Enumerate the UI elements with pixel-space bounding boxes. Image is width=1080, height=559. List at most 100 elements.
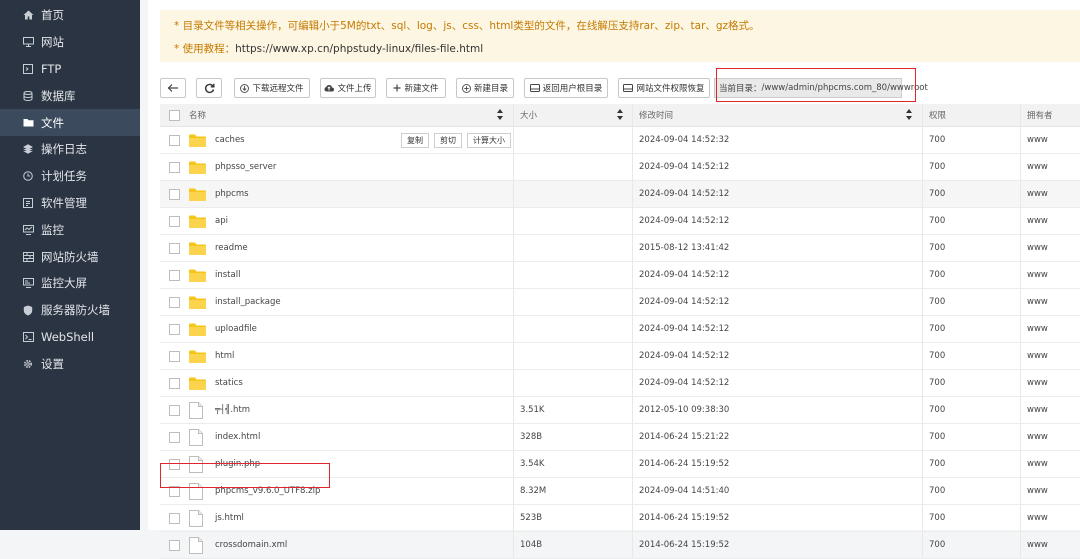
- row-checkbox[interactable]: [169, 532, 180, 558]
- back-to-root-button[interactable]: 返回用户根目录: [524, 78, 608, 98]
- file-name[interactable]: html: [215, 343, 234, 369]
- select-all-checkbox[interactable]: [169, 104, 180, 126]
- table-row[interactable]: phpcms 2024-09-04 14:52:12 700 www: [160, 181, 1080, 208]
- file-name[interactable]: phpsso_server: [215, 154, 276, 180]
- sidebar-item-9[interactable]: 网站防火墙: [0, 243, 140, 270]
- file-owner[interactable]: www: [1027, 208, 1048, 234]
- table-row[interactable]: phpsso_server 2024-09-04 14:52:12 700 www: [160, 154, 1080, 181]
- table-row[interactable]: html 2024-09-04 14:52:12 700 www: [160, 343, 1080, 370]
- file-name[interactable]: ╤┤╣.htm: [215, 397, 250, 423]
- sidebar-item-7[interactable]: 软件管理: [0, 190, 140, 217]
- file-name[interactable]: js.html: [215, 505, 244, 531]
- row-checkbox[interactable]: [169, 397, 180, 423]
- file-owner[interactable]: www: [1027, 154, 1048, 180]
- file-owner[interactable]: www: [1027, 289, 1048, 315]
- file-owner[interactable]: www: [1027, 370, 1048, 396]
- sidebar-item-1[interactable]: 网站: [0, 29, 140, 56]
- sidebar-item-6[interactable]: 计划任务: [0, 163, 140, 190]
- table-row[interactable]: api 2024-09-04 14:52:12 700 www: [160, 208, 1080, 235]
- file-perm[interactable]: 700: [929, 397, 945, 423]
- sort-name-icon[interactable]: [497, 109, 503, 120]
- file-owner[interactable]: www: [1027, 127, 1048, 153]
- sidebar-item-10[interactable]: 监控大屏: [0, 270, 140, 297]
- row-checkbox[interactable]: [169, 316, 180, 342]
- file-perm[interactable]: 700: [929, 343, 945, 369]
- tutorial-link[interactable]: https://www.xp.cn/phpstudy-linux/files-f…: [235, 43, 483, 55]
- copy-button[interactable]: 复制: [401, 132, 429, 148]
- file-owner[interactable]: www: [1027, 505, 1048, 531]
- row-checkbox[interactable]: [169, 424, 180, 450]
- row-checkbox[interactable]: [169, 289, 180, 315]
- file-owner[interactable]: www: [1027, 424, 1048, 450]
- file-perm[interactable]: 700: [929, 424, 945, 450]
- header-perm[interactable]: 权限: [929, 104, 946, 126]
- upload-button[interactable]: 文件上传: [320, 78, 376, 98]
- table-row[interactable]: statics 2024-09-04 14:52:12 700 www: [160, 370, 1080, 397]
- file-perm[interactable]: 700: [929, 532, 945, 558]
- file-name[interactable]: install: [215, 262, 240, 288]
- file-name[interactable]: uploadfile: [215, 316, 257, 342]
- file-owner[interactable]: www: [1027, 235, 1048, 261]
- file-owner[interactable]: www: [1027, 262, 1048, 288]
- sort-size-icon[interactable]: [617, 109, 623, 120]
- file-name[interactable]: caches: [215, 127, 245, 153]
- row-checkbox[interactable]: [169, 370, 180, 396]
- sidebar-item-5[interactable]: 操作日志: [0, 136, 140, 163]
- file-name[interactable]: api: [215, 208, 228, 234]
- row-checkbox[interactable]: [169, 262, 180, 288]
- file-owner[interactable]: www: [1027, 181, 1048, 207]
- header-name[interactable]: 名称: [189, 104, 206, 126]
- header-size[interactable]: 大小: [520, 104, 537, 126]
- sort-mtime-icon[interactable]: [906, 109, 912, 120]
- file-perm[interactable]: 700: [929, 181, 945, 207]
- row-checkbox[interactable]: [169, 181, 180, 207]
- new-file-button[interactable]: 新建文件: [386, 78, 446, 98]
- sidebar-item-12[interactable]: WebShell: [0, 324, 140, 351]
- file-owner[interactable]: www: [1027, 478, 1048, 504]
- cut-button[interactable]: 剪切: [434, 132, 462, 148]
- file-perm[interactable]: 700: [929, 127, 945, 153]
- table-row[interactable]: install_package 2024-09-04 14:52:12 700 www: [160, 289, 1080, 316]
- file-owner[interactable]: www: [1027, 532, 1048, 558]
- file-perm[interactable]: 700: [929, 208, 945, 234]
- restore-permission-button[interactable]: 网站文件权限恢复: [618, 78, 710, 98]
- file-owner[interactable]: www: [1027, 316, 1048, 342]
- file-name[interactable]: readme: [215, 235, 248, 261]
- file-name[interactable]: statics: [215, 370, 243, 396]
- sidebar-item-0[interactable]: 首页: [0, 2, 140, 29]
- table-row[interactable]: caches 复制 剪切 计算大小 2024-09-04 14:52:32 700 www: [160, 127, 1080, 154]
- sidebar-item-3[interactable]: 数据库: [0, 82, 140, 109]
- file-perm[interactable]: 700: [929, 316, 945, 342]
- table-row[interactable]: ╤┤╣.htm 3.51K 2012-05-10 09:38:30 700 www: [160, 397, 1080, 424]
- file-owner[interactable]: www: [1027, 343, 1048, 369]
- table-row[interactable]: crossdomain.xml 104B 2014-06-24 15:19:52 70…: [160, 532, 1080, 559]
- table-row[interactable]: install 2024-09-04 14:52:12 700 www: [160, 262, 1080, 289]
- header-owner[interactable]: 拥有者: [1027, 104, 1053, 126]
- file-owner[interactable]: www: [1027, 451, 1048, 477]
- row-checkbox[interactable]: [169, 343, 180, 369]
- row-checkbox[interactable]: [169, 208, 180, 234]
- row-checkbox[interactable]: [169, 235, 180, 261]
- file-name[interactable]: crossdomain.xml: [215, 532, 287, 558]
- file-name[interactable]: install_package: [215, 289, 281, 315]
- sidebar-item-4[interactable]: 文件: [0, 109, 140, 136]
- header-mtime[interactable]: 修改时间: [639, 104, 673, 126]
- file-perm[interactable]: 700: [929, 505, 945, 531]
- file-perm[interactable]: 700: [929, 370, 945, 396]
- file-perm[interactable]: 700: [929, 478, 945, 504]
- table-row[interactable]: uploadfile 2024-09-04 14:52:12 700 www: [160, 316, 1080, 343]
- back-button[interactable]: [160, 78, 186, 98]
- sidebar-item-11[interactable]: 服务器防火墙: [0, 297, 140, 324]
- row-checkbox[interactable]: [169, 505, 180, 531]
- file-owner[interactable]: www: [1027, 397, 1048, 423]
- table-row[interactable]: readme 2015-08-12 13:41:42 700 www: [160, 235, 1080, 262]
- new-dir-button[interactable]: 新建目录: [456, 78, 514, 98]
- file-name[interactable]: index.html: [215, 424, 260, 450]
- file-name[interactable]: phpcms: [215, 181, 249, 207]
- table-row[interactable]: index.html 328B 2014-06-24 15:21:22 700 www: [160, 424, 1080, 451]
- refresh-button[interactable]: [196, 78, 222, 98]
- sidebar-item-2[interactable]: FTP: [0, 56, 140, 83]
- file-perm[interactable]: 700: [929, 235, 945, 261]
- sidebar-item-13[interactable]: 设置: [0, 350, 140, 377]
- calc-size-button[interactable]: 计算大小: [467, 132, 511, 148]
